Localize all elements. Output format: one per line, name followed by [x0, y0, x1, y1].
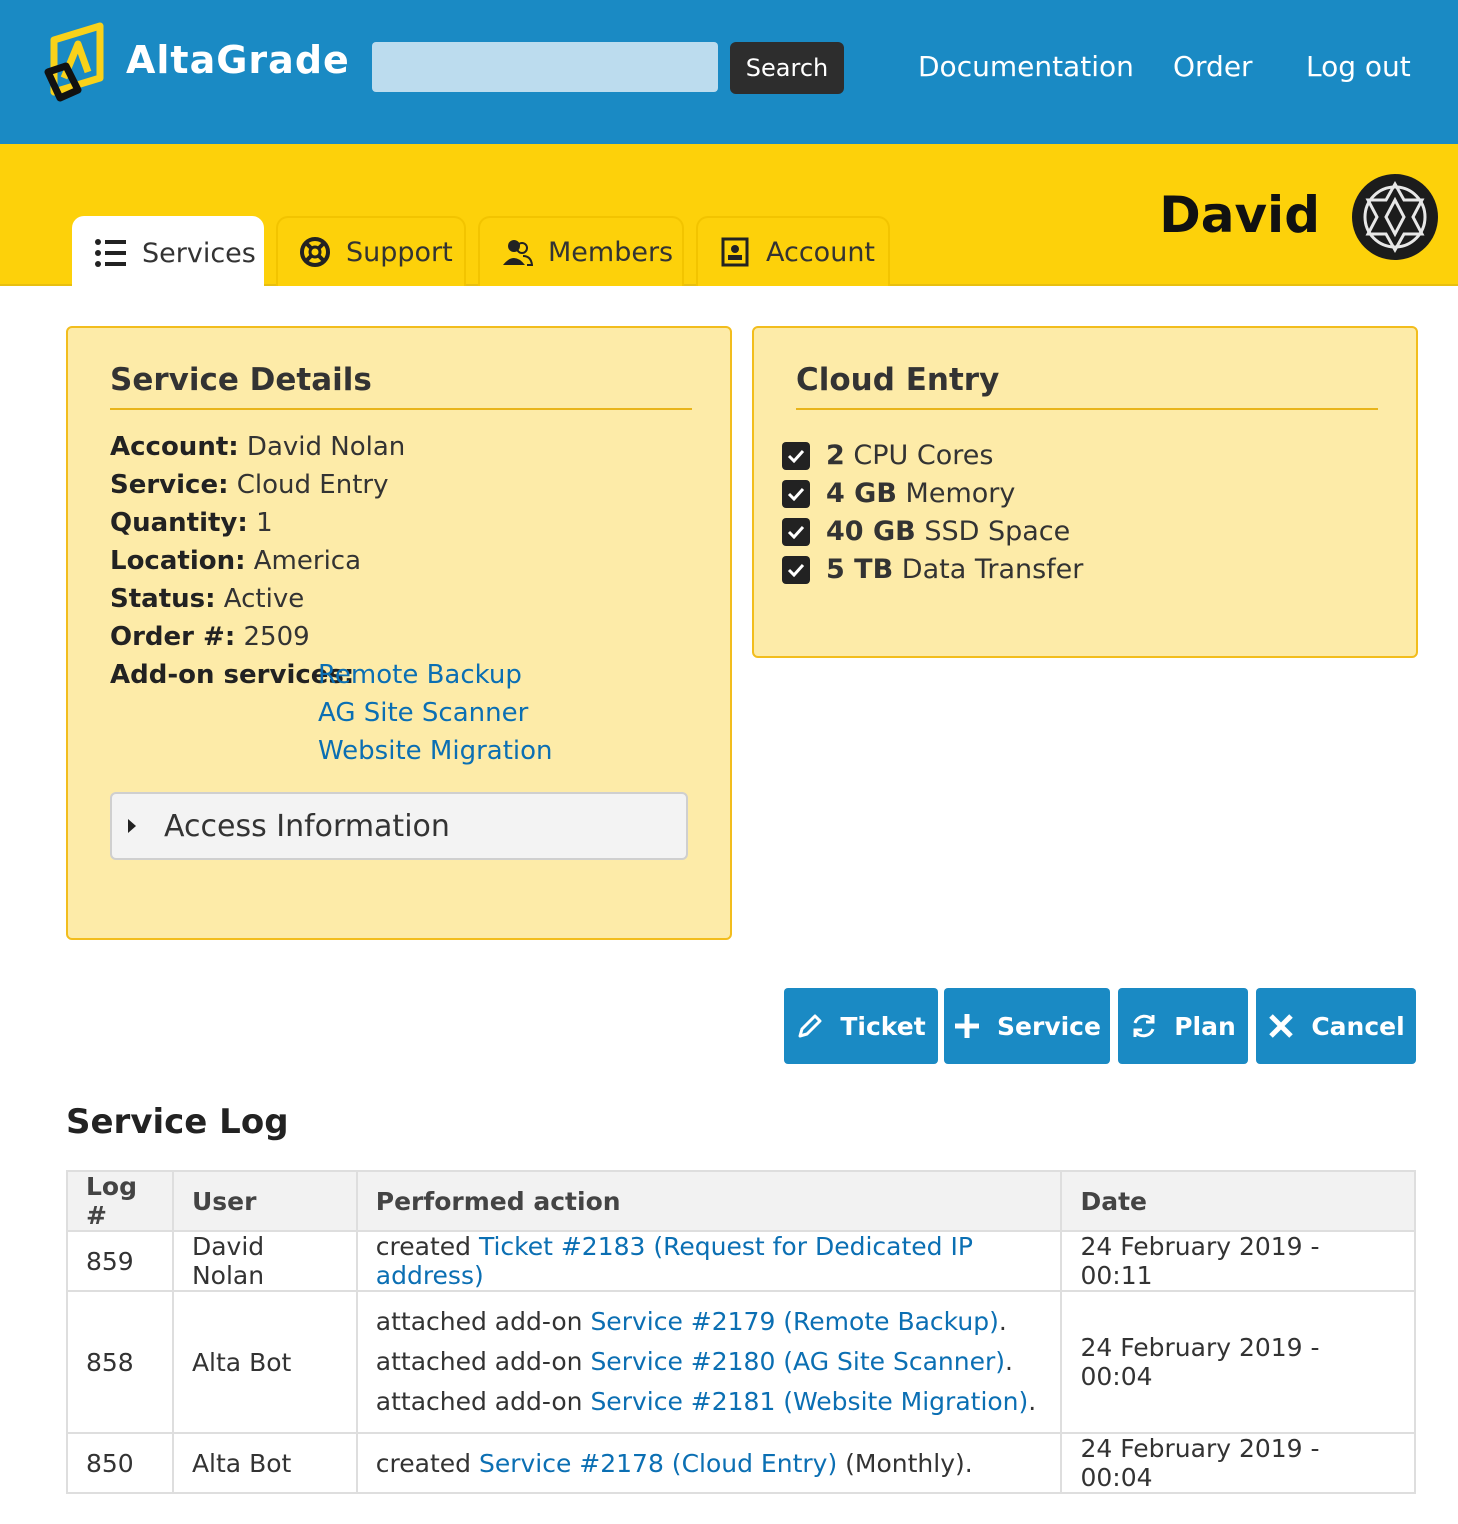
table-row: 858 Alta Bot attached add-on Service #21… — [66, 1290, 1416, 1434]
detail-order: Order #: 2509 — [110, 622, 310, 652]
access-information-toggle[interactable]: Access Information — [110, 792, 688, 860]
altagrade-logo-icon[interactable] — [44, 20, 106, 102]
life-ring-icon — [298, 235, 332, 269]
change-plan-button[interactable]: Plan — [1118, 988, 1248, 1064]
tab-members[interactable]: Members — [478, 216, 684, 286]
checkbox-checked-icon — [782, 555, 810, 584]
button-label: Service — [997, 1011, 1101, 1041]
log-action-link[interactable]: Service #2178 (Cloud Entry) — [479, 1449, 837, 1478]
nav-order[interactable]: Order — [1173, 50, 1253, 83]
avatar[interactable] — [1352, 174, 1438, 260]
tab-label: Account — [766, 236, 876, 268]
log-action-link[interactable]: Service #2179 (Remote Backup) — [590, 1307, 998, 1336]
addon-link[interactable]: Remote Backup — [318, 660, 522, 690]
divider — [796, 408, 1378, 410]
service-details-panel: Service Details Account: David Nolan Ser… — [66, 326, 732, 940]
refresh-icon — [1133, 1014, 1155, 1038]
checkbox-checked-icon — [782, 479, 810, 508]
pencil-icon — [798, 1014, 822, 1038]
nav-logout[interactable]: Log out — [1306, 50, 1411, 83]
checkbox-checked-icon — [782, 441, 810, 470]
nav-documentation[interactable]: Documentation — [918, 50, 1134, 83]
table-header-row: Log # User Performed action Date — [66, 1170, 1416, 1232]
column-header[interactable]: Log # — [66, 1170, 174, 1232]
divider — [110, 408, 692, 410]
tab-support[interactable]: Support — [276, 216, 466, 286]
log-id: 859 — [66, 1230, 174, 1292]
new-ticket-button[interactable]: Ticket — [784, 988, 938, 1064]
table-row: 859 David Nolan created Ticket #2183 (Re… — [66, 1230, 1416, 1292]
log-action: attached add-on Service #2179 (Remote Ba… — [355, 1290, 1063, 1434]
feature-item: 4 GB Memory — [782, 478, 1015, 509]
user-name: David — [1159, 186, 1320, 244]
addon-link[interactable]: AG Site Scanner — [318, 698, 528, 728]
checkbox-checked-icon — [782, 517, 810, 546]
top-navbar: AltaGrade Search Documentation Order Log… — [0, 0, 1458, 144]
feature-item: 5 TB Data Transfer — [782, 554, 1083, 585]
button-label: Ticket — [840, 1011, 926, 1041]
users-icon — [500, 235, 534, 269]
log-action-link[interactable]: Service #2180 (AG Site Scanner) — [590, 1347, 1005, 1376]
contact-card-icon — [718, 235, 752, 269]
plan-panel: Cloud Entry 2 CPU Cores 4 GB Memory 40 G… — [752, 326, 1418, 658]
log-user: David Nolan — [171, 1230, 358, 1292]
panel-title: Cloud Entry — [796, 362, 1000, 398]
button-label: Plan — [1174, 1011, 1236, 1041]
tab-label: Services — [142, 237, 256, 269]
detail-quantity: Quantity: 1 — [110, 508, 273, 538]
log-action-link[interactable]: Service #2181 (Website Migration) — [590, 1387, 1028, 1416]
log-action: created Ticket #2183 (Request for Dedica… — [355, 1230, 1063, 1292]
tab-label: Members — [548, 236, 674, 268]
caret-right-icon — [128, 819, 136, 833]
tab-account[interactable]: Account — [696, 216, 890, 286]
log-date: 24 February 2019 - 00:04 — [1060, 1432, 1416, 1494]
search-button[interactable]: Search — [730, 42, 844, 94]
log-user: Alta Bot — [171, 1432, 358, 1494]
table-row: 850 Alta Bot created Service #2178 (Clou… — [66, 1432, 1416, 1494]
log-user: Alta Bot — [171, 1290, 358, 1434]
column-header[interactable]: Date — [1060, 1170, 1416, 1232]
cancel-service-button[interactable]: Cancel — [1256, 988, 1416, 1064]
detail-account: Account: David Nolan — [110, 432, 406, 462]
tab-label: Support — [346, 236, 453, 268]
detail-location: Location: America — [110, 546, 362, 576]
log-date: 24 February 2019 - 00:04 — [1060, 1290, 1416, 1434]
list-icon — [94, 236, 128, 270]
add-service-button[interactable]: Service — [944, 988, 1110, 1064]
feature-item: 2 CPU Cores — [782, 440, 993, 471]
log-id: 858 — [66, 1290, 174, 1434]
access-label: Access Information — [164, 808, 450, 844]
brand-name[interactable]: AltaGrade — [126, 38, 350, 82]
addon-link[interactable]: Website Migration — [318, 736, 553, 766]
search-input[interactable] — [372, 42, 718, 92]
plus-icon — [955, 1014, 980, 1038]
log-action: created Service #2178 (Cloud Entry) (Mon… — [355, 1432, 1063, 1494]
column-header[interactable]: User — [171, 1170, 358, 1232]
column-header[interactable]: Performed action — [355, 1170, 1063, 1232]
detail-service: Service: Cloud Entry — [110, 470, 389, 500]
log-id: 850 — [66, 1432, 174, 1494]
tab-services[interactable]: Services — [72, 216, 264, 288]
service-log-title: Service Log — [66, 1102, 289, 1142]
log-date: 24 February 2019 - 00:11 — [1060, 1230, 1416, 1292]
panel-title: Service Details — [110, 362, 372, 398]
button-label: Cancel — [1311, 1011, 1405, 1041]
detail-status: Status: Active — [110, 584, 305, 614]
service-log-table: Log # User Performed action Date 859 Dav… — [66, 1170, 1416, 1494]
feature-item: 40 GB SSD Space — [782, 516, 1070, 547]
close-icon — [1269, 1014, 1294, 1038]
